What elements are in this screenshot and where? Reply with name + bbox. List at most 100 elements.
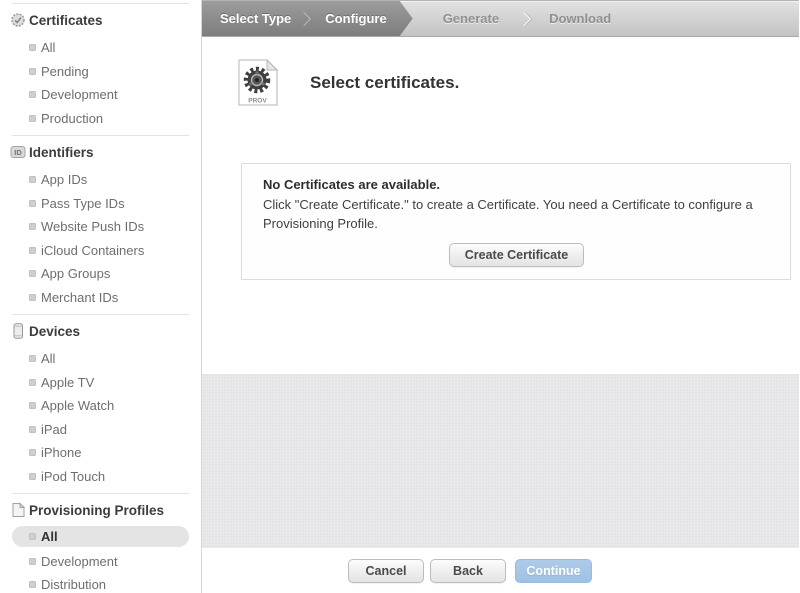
sidebar-header-label: Certificates [29,12,103,28]
bullet-icon [29,67,36,75]
sidebar-item-ipod-touch[interactable]: iPod Touch [0,465,201,489]
notice-button-row: Create Certificate [263,243,770,267]
sidebar-item-label: Website Push IDs [41,219,145,235]
create-certificate-button[interactable]: Create Certificate [448,243,585,267]
sidebar-item-label: iCloud Containers [41,242,145,258]
bullet-icon [29,246,36,254]
sidebar-item-label: App IDs [41,172,88,188]
sidebar-item-label: Apple Watch [41,398,115,414]
sidebar-section-provisioning-profiles: Provisioning Profiles All Development Di… [0,494,201,593]
bullet-icon [29,378,36,386]
sidebar-section-devices: Devices All Apple TV Apple Watch iPad iP… [0,315,201,493]
device-icon [13,323,23,339]
sidebar-section-certificates: Certificates All Pending Development Pro… [0,4,201,135]
bullet-icon [29,114,36,122]
wizard-steps-bar: Select Type Configure Generate Download [202,0,799,37]
title-row: PROV Select certificates. [238,59,799,106]
continue-button[interactable]: Continue [515,558,592,583]
sidebar-item-profiles-distribution[interactable]: Distribution [0,573,201,593]
sidebar-item-apple-tv[interactable]: Apple TV [0,371,201,395]
bullet-icon [29,402,36,410]
svg-text:ID: ID [14,148,22,157]
sidebar-item-devices-all[interactable]: All [0,347,201,371]
bullet-icon [29,176,36,184]
sidebar-item-label: Distribution [41,577,107,593]
sidebar-header-label: Provisioning Profiles [29,502,165,518]
sidebar-section-identifiers: ID Identifiers App IDs Pass Type IDs Web… [0,136,201,314]
provisioning-profile-icon: PROV [238,59,278,106]
step-select-type: Select Type [220,11,292,26]
sidebar-item-profiles-all[interactable]: All [12,526,189,547]
bullet-icon [29,293,36,301]
bullet-icon [29,270,36,278]
step-generate: Generate [442,11,500,26]
sidebar-item-label: iPod Touch [41,468,106,484]
sidebar-item-label: Merchant IDs [41,289,119,305]
sidebar-item-label: All [41,529,58,544]
sidebar-item-pass-type-ids[interactable]: Pass Type IDs [0,192,201,216]
sidebar-header-devices: Devices [0,315,201,347]
sidebar-item-label: Pending [41,63,89,79]
certificate-seal-icon [11,13,25,27]
bullet-icon [29,425,36,433]
svg-text:PROV: PROV [248,98,267,105]
sidebar-item-website-push-ids[interactable]: Website Push IDs [0,215,201,239]
bullet-icon [29,355,36,363]
notice-body: Click "Create Certificate." to create a … [263,197,753,231]
sidebar-item-profiles-development[interactable]: Development [0,550,201,574]
cancel-button[interactable]: Cancel [348,558,424,583]
no-certificates-notice: No Certificates are available. Click "Cr… [241,163,791,280]
step-download: Download [549,11,612,26]
sidebar-header-label: Identifiers [29,144,94,160]
chevron-right-icon [297,11,311,25]
content-area: PROV Select certificates. No Certificate… [202,37,799,374]
bullet-icon [29,557,36,565]
texture-background [202,374,799,548]
sidebar-item-certificates-pending[interactable]: Pending [0,60,201,84]
id-badge-icon: ID [10,146,26,158]
footer-bar: Cancel Back Continue [202,548,799,593]
bullet-icon [29,199,36,207]
sidebar-header-identifiers: ID Identifiers [0,136,201,168]
bullet-icon [29,91,36,99]
notice-title: No Certificates are available. [263,177,441,192]
sidebar-item-apple-watch[interactable]: Apple Watch [0,394,201,418]
document-icon [12,502,26,517]
sidebar-header-certificates: Certificates [0,4,201,36]
sidebar-item-certificates-production[interactable]: Production [0,107,201,131]
bullet-icon [29,44,36,52]
bullet-icon [29,449,36,457]
sidebar-item-certificates-all[interactable]: All [0,36,201,60]
step-configure: Configure [325,11,387,26]
sidebar-item-label: Production [41,110,104,126]
back-button[interactable]: Back [430,558,506,583]
sidebar-item-app-groups[interactable]: App Groups [0,262,201,286]
sidebar-item-ipad[interactable]: iPad [0,418,201,442]
sidebar-item-certificates-development[interactable]: Development [0,83,201,107]
sidebar-item-merchant-ids[interactable]: Merchant IDs [0,286,201,310]
sidebar-item-app-ids[interactable]: App IDs [0,168,201,192]
chevron-right-icon [516,11,532,26]
sidebar-item-iphone[interactable]: iPhone [0,441,201,465]
sidebar-item-label: Pass Type IDs [41,195,125,211]
sidebar-item-label: All [41,351,56,367]
app-window: Certificates All Pending Development Pro… [0,0,800,593]
sidebar-item-label: Development [41,87,118,103]
sidebar-item-label: Apple TV [41,374,95,390]
bullet-icon [29,581,36,589]
sidebar-item-label: All [41,40,56,56]
sidebar-header-provisioning-profiles: Provisioning Profiles [0,494,201,526]
sidebar-item-icloud-containers[interactable]: iCloud Containers [0,239,201,263]
wizard-steps-upcoming: Generate Download [443,1,611,36]
sidebar-header-label: Devices [29,323,81,339]
bullet-icon [29,223,36,231]
main-panel: Select Type Configure Generate Download [202,0,799,593]
bullet-icon [29,533,36,540]
sidebar: Certificates All Pending Development Pro… [0,0,202,593]
sidebar-item-label: iPhone [41,445,82,461]
bullet-icon [29,472,36,480]
sidebar-item-label: App Groups [41,266,111,282]
wizard-steps-completed: Select Type Configure [202,1,413,36]
sidebar-item-label: iPad [41,421,68,437]
sidebar-item-label: Development [41,553,118,569]
